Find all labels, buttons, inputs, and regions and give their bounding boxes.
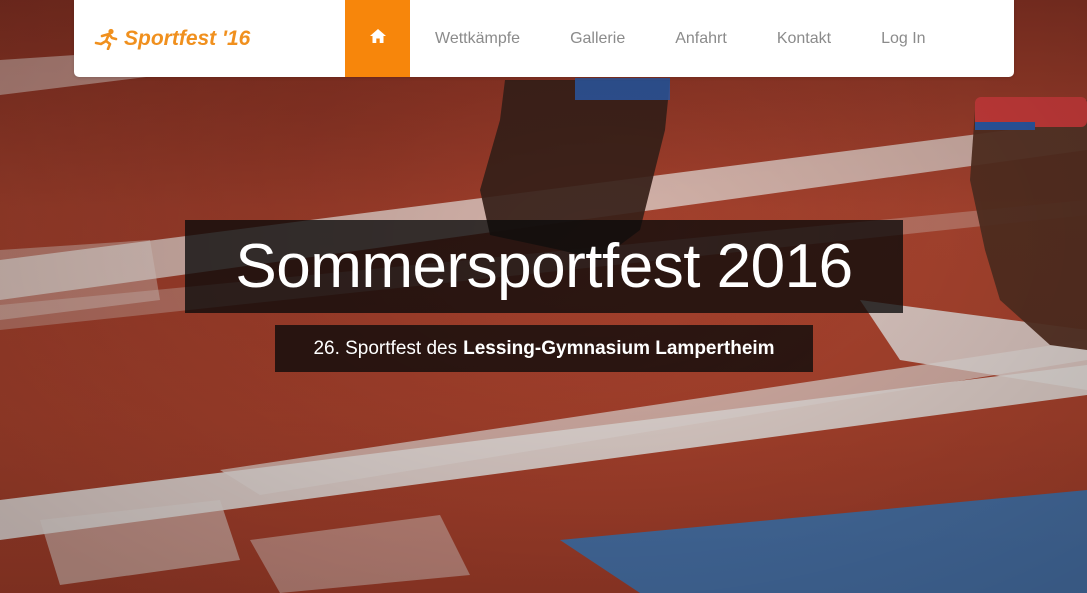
hero-subtitle-school: Lessing-Gymnasium Lampertheim [463,337,775,359]
hero-subtitle-box: 26. Sportfest des Lessing-Gymnasium Lamp… [275,325,813,372]
home-icon [369,29,386,48]
top-navbar: Sportfest '16 Wettkämpfe Gallerie Anfahr… [74,0,1014,77]
brand-logo-link[interactable]: Sportfest '16 [94,24,250,54]
nav-menu: Wettkämpfe Gallerie Anfahrt Kontakt Log … [410,0,951,77]
nav-item-wettkaempfe[interactable]: Wettkämpfe [410,0,545,77]
hero-subtitle-prefix: 26. Sportfest des [313,337,458,359]
nav-item-gallerie[interactable]: Gallerie [545,0,650,77]
nav-item-anfahrt[interactable]: Anfahrt [650,0,752,77]
brand-text: Sportfest '16 [124,27,251,50]
hero-title: Sommersportfest 2016 [235,232,853,301]
nav-item-login[interactable]: Log In [856,0,950,77]
runner-icon [94,28,120,50]
nav-item-kontakt[interactable]: Kontakt [752,0,856,77]
hero-title-box: Sommersportfest 2016 [185,220,903,313]
nav-home-button[interactable] [345,0,410,77]
